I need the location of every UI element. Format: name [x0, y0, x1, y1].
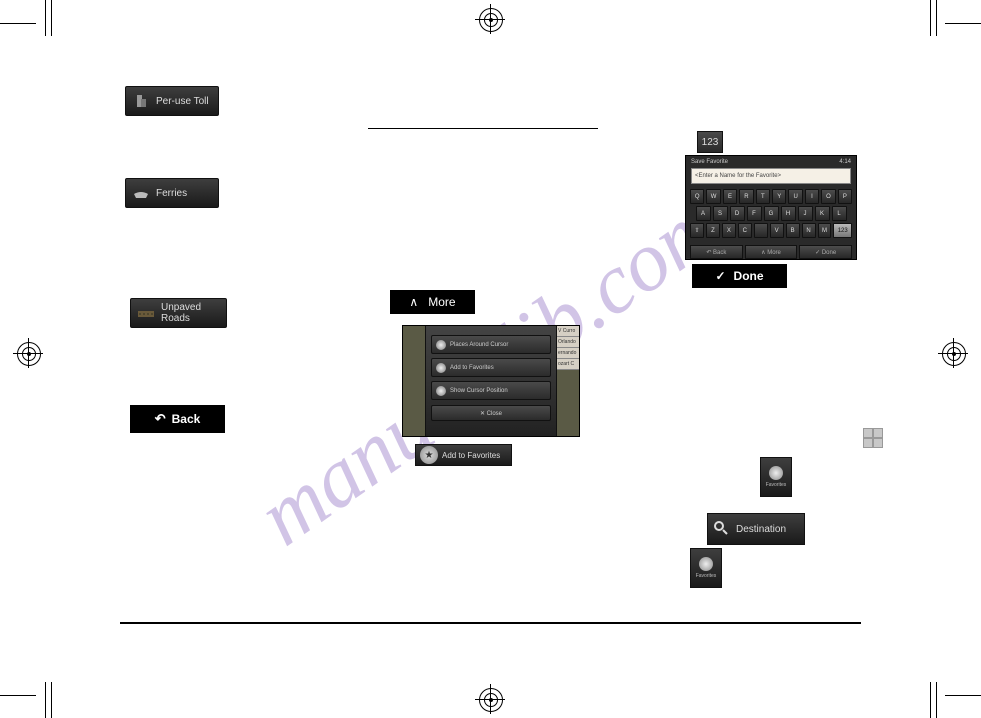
key[interactable]: H	[781, 206, 796, 221]
key-123[interactable]: 123	[833, 223, 852, 238]
more-label: More	[428, 295, 455, 309]
reg-mark-left	[17, 342, 39, 364]
key[interactable]	[754, 223, 768, 238]
key[interactable]: S	[713, 206, 728, 221]
separator-line	[368, 128, 598, 129]
star-icon: ★	[420, 446, 438, 464]
pin-icon	[769, 466, 783, 480]
reg-mark-top	[479, 8, 501, 30]
unpaved-roads-button[interactable]: Unpaved Roads	[130, 298, 227, 328]
more-button[interactable]: ∧ More	[390, 290, 475, 314]
favorites-tile-1-label: Favorites	[766, 482, 787, 488]
kb-title: Save Favorite	[691, 159, 728, 165]
key-shift[interactable]: ⇧	[690, 223, 704, 238]
keyboard-screenshot: Save Favorite 4:14 <Enter a Name for the…	[685, 155, 857, 260]
key[interactable]: J	[798, 206, 813, 221]
reg-mark-bottom	[479, 688, 501, 710]
key[interactable]: W	[706, 189, 720, 204]
kb-input-field[interactable]: <Enter a Name for the Favorite>	[691, 168, 851, 184]
kb-row1: Q W E R T Y U I O P	[690, 189, 852, 204]
kb-row2: A S D F G H J K L	[690, 206, 852, 221]
key[interactable]: E	[723, 189, 737, 204]
favorites-tile-1[interactable]: Favorites	[760, 457, 792, 497]
ferries-label: Ferries	[156, 188, 187, 199]
key[interactable]: C	[738, 223, 752, 238]
destination-label: Destination	[736, 524, 786, 535]
kb-row3: ⇧ Z X C V B N M 123	[690, 223, 852, 238]
check-icon: ✓	[715, 269, 725, 283]
per-use-toll-button[interactable]: Per-use Toll	[125, 86, 219, 116]
123-badge: 123	[697, 131, 723, 153]
destination-button[interactable]: Destination	[707, 513, 805, 545]
pin-icon	[699, 557, 713, 571]
ferries-button[interactable]: Ferries	[125, 178, 219, 208]
key[interactable]: T	[756, 189, 770, 204]
popup-row[interactable]: Places Around Cursor	[431, 335, 551, 354]
key[interactable]: Y	[772, 189, 786, 204]
favorites-tile-2-label: Favorites	[696, 573, 717, 579]
kb-back-button[interactable]: ↶ Back	[690, 245, 743, 259]
favorites-tile-2[interactable]: Favorites	[690, 548, 722, 588]
key[interactable]: D	[730, 206, 745, 221]
page-bottom-rule	[120, 622, 861, 624]
popup-close[interactable]: ✕ Close	[431, 405, 551, 421]
map-popup-screenshot: Places Around Cursor Add to Favorites Sh…	[402, 325, 580, 437]
key[interactable]: Q	[690, 189, 704, 204]
key[interactable]: K	[815, 206, 830, 221]
key[interactable]: N	[802, 223, 816, 238]
key[interactable]: X	[722, 223, 736, 238]
toll-icon	[132, 93, 150, 109]
key[interactable]: M	[818, 223, 832, 238]
done-button[interactable]: ✓ Done	[692, 264, 787, 288]
add-fav-label: Add to Favorites	[442, 451, 500, 460]
return-icon: ↶	[155, 411, 166, 427]
add-to-favorites-button[interactable]: ★ Add to Favorites	[415, 444, 512, 466]
key[interactable]: B	[786, 223, 800, 238]
kb-time: 4:14	[839, 159, 851, 165]
grid-icon	[863, 428, 883, 448]
key[interactable]: U	[788, 189, 802, 204]
key[interactable]: P	[838, 189, 852, 204]
popup-row[interactable]: Add to Favorites	[431, 358, 551, 377]
kb-more-button[interactable]: ∧ More	[745, 245, 798, 259]
key[interactable]: L	[832, 206, 847, 221]
key[interactable]: A	[696, 206, 711, 221]
chevron-up-icon: ∧	[409, 295, 418, 309]
key[interactable]: V	[770, 223, 784, 238]
key[interactable]: G	[764, 206, 779, 221]
ferry-icon	[132, 186, 150, 200]
key[interactable]: R	[739, 189, 753, 204]
key[interactable]: I	[805, 189, 819, 204]
reg-mark-right	[942, 342, 964, 364]
popup-row[interactable]: Show Cursor Position	[431, 381, 551, 400]
unpaved-icon	[137, 306, 155, 320]
key[interactable]: F	[747, 206, 762, 221]
back-label: Back	[172, 412, 201, 426]
key[interactable]: Z	[706, 223, 720, 238]
search-icon	[713, 520, 731, 539]
key[interactable]: O	[821, 189, 835, 204]
unpaved-label: Unpaved Roads	[161, 302, 226, 324]
back-button[interactable]: ↶ Back	[130, 405, 225, 433]
done-label: Done	[734, 269, 764, 283]
kb-done-button[interactable]: ✓ Done	[799, 245, 852, 259]
per-use-toll-label: Per-use Toll	[156, 96, 209, 107]
